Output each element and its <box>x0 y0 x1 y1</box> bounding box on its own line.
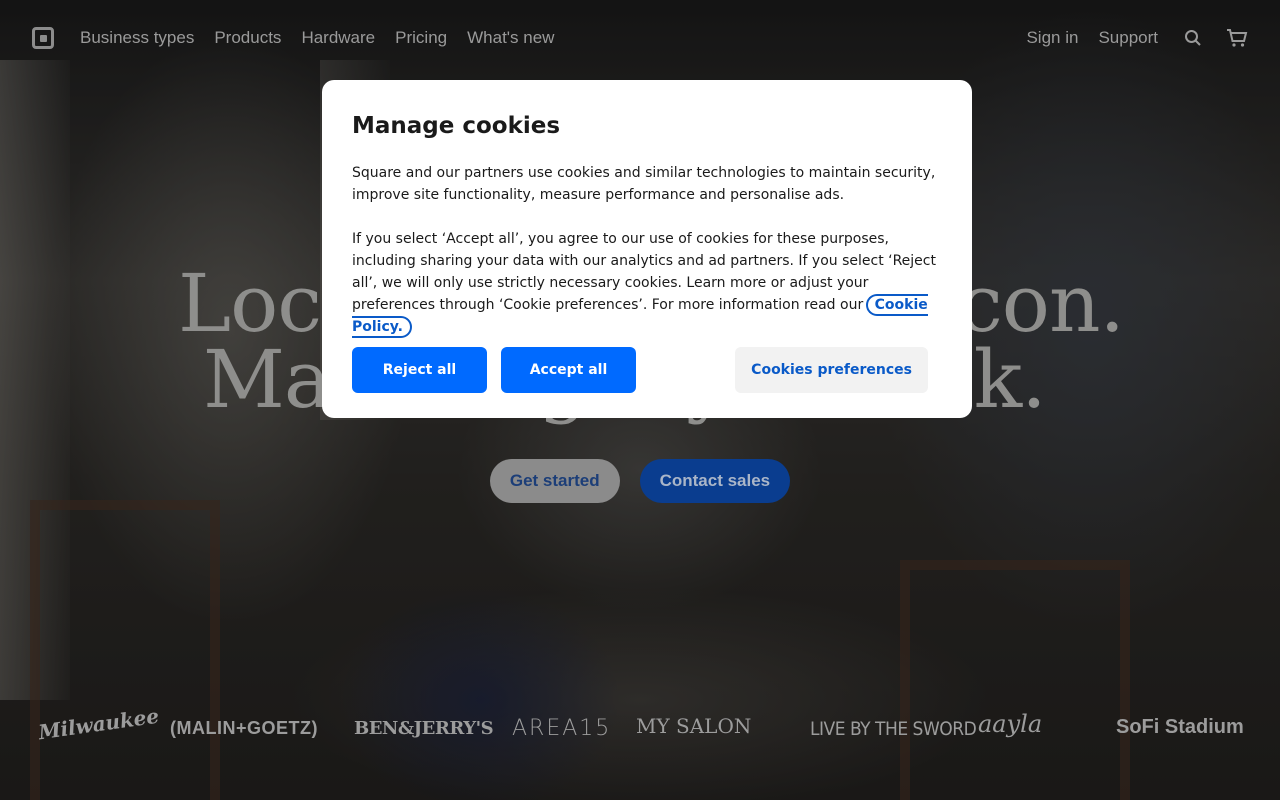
contact-sales-button[interactable]: Contact sales <box>639 459 791 503</box>
sign-in-link[interactable]: Sign in <box>1026 28 1078 48</box>
cookie-preferences-button[interactable]: Cookies preferences <box>735 347 928 393</box>
brand-logo-malin-goetz: (MALIN+GOETZ) <box>170 718 318 738</box>
brand-logo-milwaukee: Milwaukee <box>36 703 161 745</box>
nav-business-types[interactable]: Business types <box>80 28 194 48</box>
top-nav: Business types Products Hardware Pricing… <box>0 0 1280 76</box>
support-link[interactable]: Support <box>1098 28 1158 48</box>
cart-icon[interactable] <box>1226 27 1248 49</box>
customer-logos: Milwaukee (MALIN+GOETZ) BEN&JERRY'S AREA… <box>0 704 1280 756</box>
brand-logo-live-by-the-sword: LIVE BY THE SWORD <box>810 718 977 740</box>
get-started-button[interactable]: Get started <box>489 459 620 503</box>
cookie-description-2-text: If you select ‘Accept all’, you agree to… <box>352 231 936 313</box>
cookie-consent-dialog: Manage cookies Square and our partners u… <box>322 80 972 418</box>
nav-right-group: Sign in Support <box>1026 27 1248 49</box>
search-icon[interactable] <box>1182 27 1204 49</box>
accept-all-button[interactable]: Accept all <box>501 347 636 393</box>
dialog-title: Manage cookies <box>352 113 561 139</box>
dialog-actions: Reject all Accept all Cookies preference… <box>352 347 928 393</box>
cookie-description-1: Square and our partners use cookies and … <box>352 165 936 203</box>
hero-title-line2-left: Ma <box>203 333 332 426</box>
nav-pricing[interactable]: Pricing <box>395 28 447 48</box>
hero-cta-group: Get started Contact sales <box>0 459 1280 503</box>
nav-products[interactable]: Products <box>214 28 281 48</box>
nav-whats-new[interactable]: What's new <box>467 28 554 48</box>
brand-logo-sofi-stadium: SoFi Stadium <box>1116 716 1244 738</box>
brand-logo-aayla: aayla <box>978 710 1043 738</box>
cookie-description-2: If you select ‘Accept all’, you agree to… <box>352 228 942 338</box>
reject-all-button[interactable]: Reject all <box>352 347 487 393</box>
square-logo-icon[interactable] <box>32 27 54 49</box>
brand-logo-my-salon: MY SALON <box>636 714 752 738</box>
hero-title-line1-right: con. <box>958 257 1125 350</box>
brand-logo-ben-jerrys: BEN&JERRY'S <box>354 718 494 739</box>
nav-hardware[interactable]: Hardware <box>301 28 375 48</box>
brand-logo-area15: AREA15 <box>512 716 612 741</box>
